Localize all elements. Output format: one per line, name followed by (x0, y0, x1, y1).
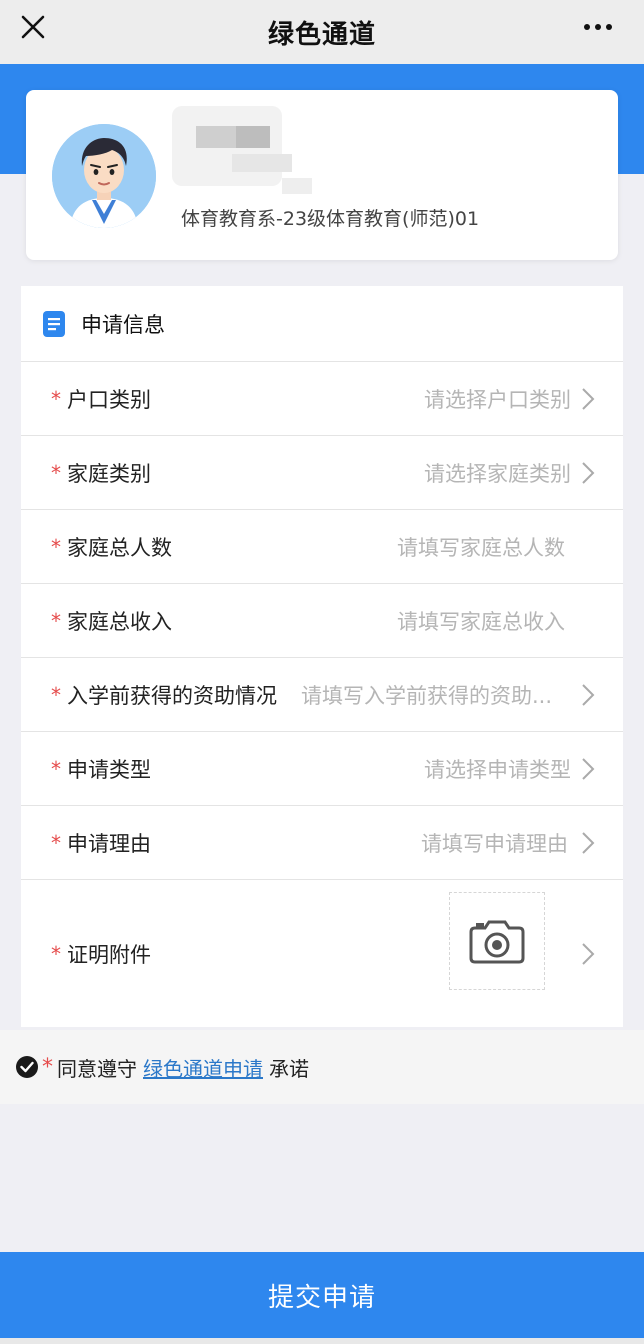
upload-photo-button[interactable] (449, 892, 545, 990)
avatar (52, 124, 156, 228)
required-mark: * (51, 756, 61, 781)
chevron-right-icon (582, 387, 595, 410)
field-label: 申请理由 (67, 831, 151, 856)
more-icon[interactable] (578, 12, 618, 42)
field-application-reason[interactable]: * 申请理由 请填写申请理由 (21, 806, 623, 880)
bottom-strip (0, 1338, 644, 1344)
application-form: 申请信息 * 户口类别 请选择户口类别 * 家庭类别 请选择家庭类别 * 家庭总… (21, 286, 623, 1027)
chevron-right-icon[interactable] (581, 942, 595, 966)
agree-checkbox[interactable] (16, 1056, 38, 1078)
required-mark: * (51, 830, 61, 855)
field-placeholder: 请填写家庭总人数 (397, 535, 565, 560)
chevron-right-icon (582, 831, 595, 854)
field-placeholder: 请选择户口类别 (424, 387, 571, 412)
required-mark: * (51, 608, 61, 633)
chevron-right-icon (582, 757, 595, 780)
student-name-blurred (172, 106, 312, 194)
department-text: 体育教育系-23级体育教育(师范)01 (181, 208, 480, 230)
field-label: 入学前获得的资助情况 (67, 683, 277, 708)
field-family-type[interactable]: * 家庭类别 请选择家庭类别 (21, 436, 623, 510)
required-mark: * (51, 386, 61, 411)
chevron-right-icon (582, 683, 595, 706)
agreement-suffix: 承诺 (269, 1056, 309, 1081)
field-label: 申请类型 (67, 757, 151, 782)
field-placeholder: 请填写入学前获得的资助... (301, 683, 553, 708)
field-label: 户口类别 (67, 387, 151, 412)
submit-button[interactable]: 提交申请 (0, 1252, 644, 1338)
field-placeholder: 请填写家庭总收入 (397, 609, 565, 634)
field-label: 证明附件 (67, 942, 151, 967)
required-mark: * (51, 682, 61, 707)
section-header: 申请信息 (21, 286, 623, 362)
field-family-size[interactable]: * 家庭总人数 请填写家庭总人数 (21, 510, 623, 584)
check-icon (20, 1061, 34, 1073)
field-proof-attachment: * 证明附件 (21, 880, 623, 1027)
field-household-type[interactable]: * 户口类别 请选择户口类别 (21, 362, 623, 436)
document-icon (43, 310, 65, 337)
field-placeholder: 请选择申请类型 (424, 757, 571, 782)
required-mark: * (51, 460, 61, 485)
field-label: 家庭类别 (67, 461, 151, 486)
field-placeholder: 请选择家庭类别 (424, 461, 571, 486)
field-label: 家庭总收入 (67, 609, 172, 634)
field-placeholder: 请填写申请理由 (421, 831, 568, 856)
field-application-type[interactable]: * 申请类型 请选择申请类型 (21, 732, 623, 806)
field-prior-aid[interactable]: * 入学前获得的资助情况 请填写入学前获得的资助... (21, 658, 623, 732)
field-label: 家庭总人数 (67, 535, 172, 560)
profile-card: 体育教育系-23级体育教育(师范)01 (26, 90, 618, 260)
close-icon[interactable] (18, 12, 48, 42)
top-bar: 绿色通道 (0, 0, 644, 64)
required-mark: * (51, 534, 61, 559)
required-mark: * (42, 1054, 53, 1080)
agreement-row: * 同意遵守 绿色通道申请 承诺 (0, 1030, 644, 1104)
agreement-prefix: 同意遵守 (57, 1056, 137, 1081)
camera-icon (469, 920, 525, 964)
page-title: 绿色通道 (267, 19, 376, 50)
agreement-link[interactable]: 绿色通道申请 (143, 1053, 263, 1082)
chevron-right-icon (582, 461, 595, 484)
field-family-income[interactable]: * 家庭总收入 请填写家庭总收入 (21, 584, 623, 658)
section-title: 申请信息 (81, 312, 165, 337)
required-mark: * (51, 941, 61, 966)
